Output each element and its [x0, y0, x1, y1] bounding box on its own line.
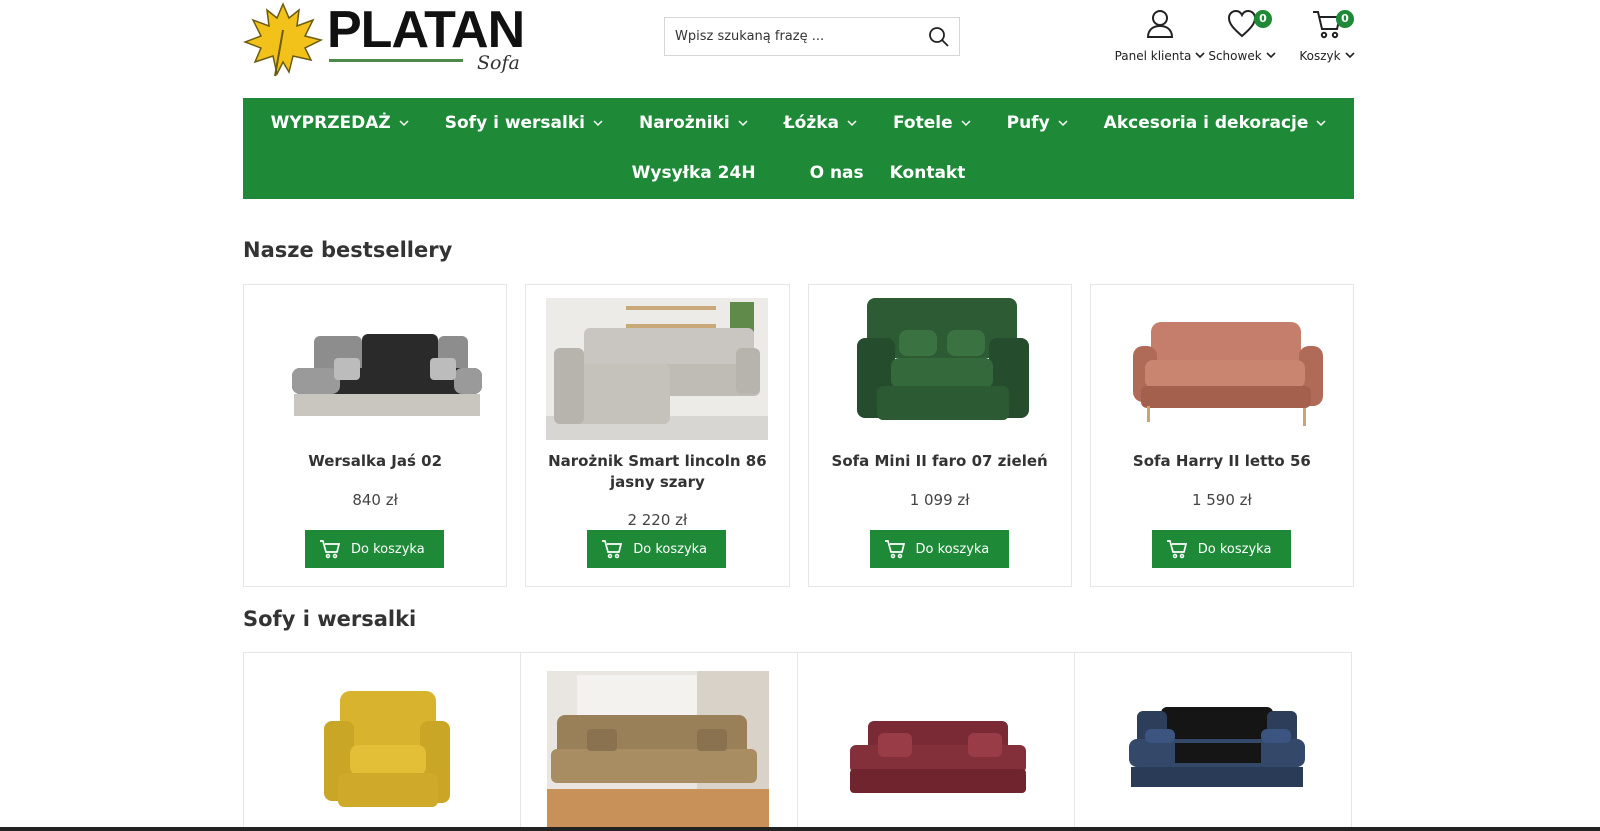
product-price: 1 099 zł [909, 491, 970, 509]
chevron-down-icon [1345, 52, 1355, 59]
nav-row-secondary: Wysyłka 24H O nas Kontakt [243, 161, 1354, 185]
site-logo[interactable]: PLATAN Sofa [243, 0, 528, 80]
product-card[interactable] [1075, 653, 1351, 831]
chevron-down-icon [399, 119, 409, 126]
nav-item-poufs[interactable]: Pufy [989, 111, 1086, 135]
cart-label: Koszyk [1280, 49, 1374, 63]
logo-underline [329, 59, 463, 62]
account-panel-button[interactable]: Panel klienta [1113, 6, 1207, 66]
product-price: 2 220 zł [627, 511, 688, 529]
window-bottom-edge [0, 827, 1600, 831]
maple-leaf-icon [243, 2, 323, 77]
user-icon [1146, 10, 1174, 38]
add-to-cart-label: Do koszyka [351, 541, 425, 557]
cart-icon [1166, 540, 1187, 559]
product-card[interactable] [798, 653, 1075, 831]
chevron-down-icon [1058, 119, 1068, 126]
chevron-down-icon [1266, 52, 1276, 59]
wishlist-count-badge: 0 [1254, 10, 1272, 28]
product-image [292, 334, 482, 416]
main-navigation: WYPRZEDAŻ Sofy i wersalki Narożniki Łóżk… [243, 98, 1354, 199]
nav-item-accessories[interactable]: Akcesoria i dekoracje [1086, 111, 1345, 135]
logo-tagline: Sofa [477, 52, 520, 74]
search-icon [929, 27, 949, 47]
product-name[interactable]: Sofa Harry II letto 56 [1101, 451, 1343, 472]
add-to-cart-label: Do koszyka [1197, 541, 1272, 557]
product-image [856, 298, 1029, 420]
product-card[interactable]: Narożnik Smart lincoln 86 jasny szary 2 … [525, 284, 790, 587]
chevron-down-icon [593, 119, 603, 126]
add-to-cart-button[interactable]: Do koszyka [869, 530, 1009, 568]
cart-button[interactable]: 0 Koszyk [1280, 6, 1374, 66]
wishlist-label: Schowek [1195, 49, 1289, 63]
cart-count-badge: 0 [1336, 10, 1354, 28]
product-name[interactable]: Wersalka Jaś 02 [254, 451, 496, 472]
nav-item-armchairs[interactable]: Fotele [875, 111, 989, 135]
nav-item-shipping-24h[interactable]: Wysyłka 24H [619, 161, 769, 185]
product-image [1132, 322, 1323, 426]
wishlist-button[interactable]: 0 Schowek [1195, 6, 1289, 66]
product-price: 840 zł [352, 491, 398, 509]
chevron-down-icon [738, 119, 748, 126]
nav-item-about[interactable]: O nas [797, 161, 877, 185]
product-card[interactable]: Sofa Harry II letto 56 1 590 zł Do koszy… [1089, 284, 1354, 587]
product-name[interactable]: Sofa Mini II faro 07 zieleń [819, 451, 1061, 472]
logo-wordmark: PLATAN [327, 1, 525, 59]
search-box [664, 17, 960, 56]
heart-icon [1227, 9, 1257, 38]
search-button[interactable] [923, 21, 955, 53]
nav-row-primary: WYPRZEDAŻ Sofy i wersalki Narożniki Łóżk… [243, 111, 1354, 135]
product-card[interactable]: Wersalka Jaś 02 840 zł Do koszyka [243, 284, 508, 587]
product-image [1129, 707, 1305, 787]
nav-item-corner-sofas[interactable]: Narożniki [621, 111, 766, 135]
nav-item-sofas[interactable]: Sofy i wersalki [427, 111, 621, 135]
product-price: 1 590 zł [1191, 491, 1252, 509]
nav-item-contact[interactable]: Kontakt [877, 161, 979, 185]
bestsellers-grid: Wersalka Jaś 02 840 zł Do koszyka Narożn… [243, 284, 1354, 587]
add-to-cart-button[interactable]: Do koszyka [1151, 530, 1291, 568]
account-panel-label: Panel klienta [1113, 49, 1207, 63]
nav-item-sale[interactable]: WYPRZEDAŻ [253, 111, 427, 135]
add-to-cart-label: Do koszyka [915, 541, 990, 557]
sofas-grid [243, 652, 1352, 831]
search-input[interactable] [665, 18, 915, 55]
bestsellers-heading: Nasze bestsellery [243, 238, 453, 262]
chevron-down-icon [847, 119, 857, 126]
nav-item-beds[interactable]: Łóżka [766, 111, 875, 135]
product-image [850, 721, 1026, 793]
sofas-heading: Sofy i wersalki [243, 607, 417, 631]
product-image [324, 691, 450, 807]
product-card[interactable] [244, 653, 521, 831]
chevron-down-icon [961, 119, 971, 126]
add-to-cart-button[interactable]: Do koszyka [587, 530, 727, 568]
add-to-cart-button[interactable]: Do koszyka [305, 530, 444, 568]
product-image [546, 298, 769, 440]
add-to-cart-label: Do koszyka [633, 541, 707, 557]
site-header: PLATAN Sofa Panel klienta 0 Schowek 0 Ko… [0, 0, 1600, 98]
cart-icon [320, 540, 341, 559]
cart-icon [884, 540, 905, 559]
product-name[interactable]: Narożnik Smart lincoln 86 jasny szary [536, 451, 778, 493]
chevron-down-icon [1316, 119, 1326, 126]
cart-icon [602, 540, 623, 559]
product-card[interactable] [521, 653, 798, 831]
product-card[interactable]: Sofa Mini II faro 07 zieleń 1 099 zł Do … [807, 284, 1072, 587]
product-image [547, 671, 769, 829]
